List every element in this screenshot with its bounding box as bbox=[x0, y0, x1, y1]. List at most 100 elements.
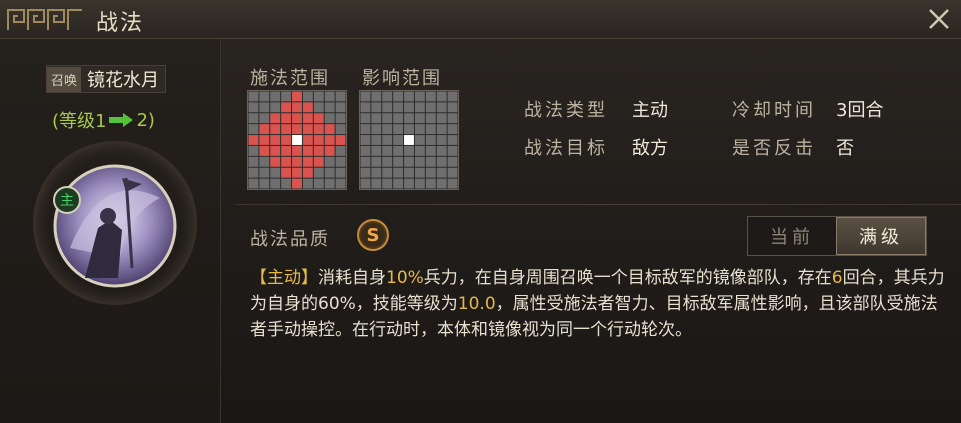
effect-range-cell bbox=[371, 91, 382, 102]
effect-range-cell bbox=[404, 124, 414, 135]
effect-range-cell bbox=[425, 156, 436, 167]
effect-range-cell bbox=[393, 113, 404, 124]
cast-range-cell bbox=[292, 167, 302, 178]
cast-range-cell bbox=[270, 167, 281, 178]
cast-range-cell bbox=[281, 135, 292, 145]
cast-range-cell bbox=[248, 102, 259, 113]
effect-range-label: 影响范围 bbox=[362, 68, 442, 89]
effect-range-cell bbox=[414, 145, 425, 156]
cast-range-cell bbox=[281, 91, 292, 102]
cast-range-cell bbox=[302, 156, 313, 167]
skill-type-label: 战法类型 bbox=[524, 100, 608, 121]
effect-range-cell bbox=[436, 167, 447, 178]
cast-range-cell bbox=[259, 102, 270, 113]
cast-range-cell bbox=[270, 156, 281, 167]
effect-range-cell bbox=[404, 135, 414, 145]
cast-range-cell bbox=[281, 124, 292, 135]
summon-tag: 召唤 bbox=[47, 66, 82, 92]
cast-range-cell bbox=[302, 178, 313, 189]
effect-range-cell bbox=[436, 113, 447, 124]
cast-range-cell bbox=[248, 91, 259, 102]
cast-range-cell bbox=[270, 124, 281, 135]
cast-range-cell bbox=[292, 135, 302, 145]
cast-range-cell bbox=[281, 102, 292, 113]
cast-range-cell bbox=[335, 156, 346, 167]
cast-range-cell bbox=[313, 91, 324, 102]
cast-range-cell bbox=[313, 113, 324, 124]
effect-range-cell bbox=[436, 102, 447, 113]
effect-range-cell bbox=[360, 167, 371, 178]
effect-range-cell bbox=[414, 91, 425, 102]
effect-range-cell bbox=[393, 135, 404, 145]
level-upgrade-line: (等级1 2) bbox=[52, 107, 155, 133]
cast-range-cell bbox=[292, 145, 302, 156]
cast-range-cell bbox=[324, 102, 335, 113]
cast-range-cell bbox=[248, 113, 259, 124]
skill-target-label: 战法目标 bbox=[524, 138, 608, 159]
cast-range-cell bbox=[270, 178, 281, 189]
effect-range-cell bbox=[404, 145, 414, 156]
effect-range-cell bbox=[393, 91, 404, 102]
effect-range-cell bbox=[447, 124, 458, 135]
cast-range-cell bbox=[248, 178, 259, 189]
skill-window: 战法 召唤 镜花水月 (等级1 2) 主 施法范围 影响范围 战法类型 主动 冷… bbox=[0, 0, 961, 423]
tab-current-level[interactable]: 当前 bbox=[748, 217, 836, 255]
cast-range-cell bbox=[281, 145, 292, 156]
effect-range-cell bbox=[360, 91, 371, 102]
cast-range-grid bbox=[247, 90, 347, 190]
effect-range-cell bbox=[447, 102, 458, 113]
cast-range-cell bbox=[324, 135, 335, 145]
cast-range-cell bbox=[259, 135, 270, 145]
cast-range-cell bbox=[259, 156, 270, 167]
effect-range-cell bbox=[393, 102, 404, 113]
cast-range-cell bbox=[324, 145, 335, 156]
effect-range-cell bbox=[425, 113, 436, 124]
effect-range-cell bbox=[425, 102, 436, 113]
role-badge: 主 bbox=[53, 186, 81, 214]
title-bar: 战法 bbox=[0, 0, 961, 39]
effect-range-cell bbox=[382, 124, 393, 135]
effect-range-cell bbox=[382, 113, 393, 124]
skill-name-box: 召唤 镜花水月 bbox=[46, 65, 167, 93]
cast-range-cell bbox=[324, 124, 335, 135]
desc-value-3: 10.0 bbox=[457, 294, 496, 314]
cast-range-cell bbox=[259, 91, 270, 102]
level-to: 2) bbox=[136, 109, 155, 131]
cast-range-cell bbox=[281, 178, 292, 189]
cast-range-cell bbox=[281, 113, 292, 124]
cast-range-cell bbox=[324, 178, 335, 189]
tab-max-level[interactable]: 满级 bbox=[836, 217, 926, 255]
effect-range-cell bbox=[404, 178, 414, 189]
cast-range-cell bbox=[313, 124, 324, 135]
close-icon[interactable] bbox=[925, 5, 953, 33]
cast-range-cell bbox=[324, 156, 335, 167]
cast-range-cell bbox=[302, 145, 313, 156]
cast-range-cell bbox=[259, 124, 270, 135]
effect-range-cell bbox=[382, 178, 393, 189]
effect-range-cell bbox=[360, 135, 371, 145]
effect-range-cell bbox=[371, 135, 382, 145]
effect-range-cell bbox=[425, 145, 436, 156]
arrow-right-icon bbox=[109, 113, 134, 127]
cast-range-cell bbox=[335, 178, 346, 189]
skill-type-value: 主动 bbox=[632, 100, 668, 121]
cast-range-cell bbox=[313, 178, 324, 189]
quality-label: 战法品质 bbox=[250, 229, 330, 250]
cast-range-cell bbox=[302, 167, 313, 178]
general-portrait bbox=[33, 141, 197, 305]
effect-range-cell bbox=[447, 113, 458, 124]
quality-grade-icon: S bbox=[357, 219, 389, 251]
section-divider bbox=[236, 204, 961, 205]
effect-range-cell bbox=[447, 135, 458, 145]
effect-range-cell bbox=[447, 145, 458, 156]
effect-range-cell bbox=[404, 91, 414, 102]
cast-range-cell bbox=[335, 102, 346, 113]
effect-range-cell bbox=[382, 167, 393, 178]
cast-range-cell bbox=[302, 113, 313, 124]
cooldown-label: 冷却时间 bbox=[732, 100, 816, 121]
cast-range-cell bbox=[324, 113, 335, 124]
effect-range-cell bbox=[393, 156, 404, 167]
effect-range-cell bbox=[393, 145, 404, 156]
counter-value: 否 bbox=[836, 138, 854, 159]
effect-range-cell bbox=[447, 156, 458, 167]
